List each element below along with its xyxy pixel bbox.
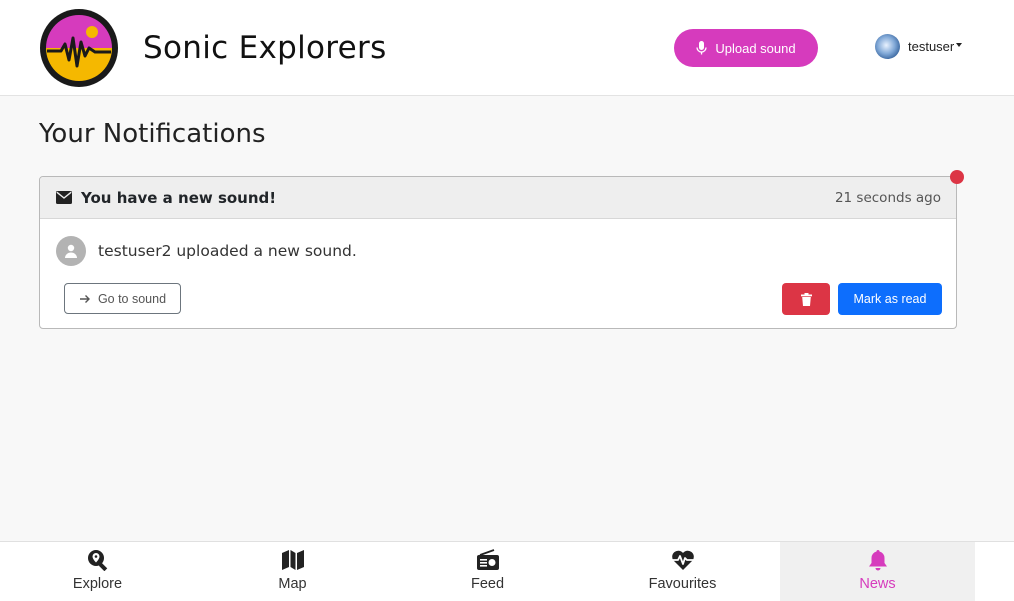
trash-icon <box>800 292 812 306</box>
go-to-sound-label: Go to sound <box>97 291 167 306</box>
microphone-icon <box>696 41 708 55</box>
envelope-icon <box>56 191 72 204</box>
nav-item-feed[interactable]: Feed <box>390 542 585 601</box>
radio-icon <box>476 549 499 570</box>
user-avatar <box>875 34 900 59</box>
app-brand-title[interactable]: Sonic Explorers <box>143 30 387 66</box>
nav-label-news: News <box>859 576 896 592</box>
unread-indicator-dot <box>950 170 964 184</box>
nav-label-explore: Explore <box>72 576 123 592</box>
nav-label-map: Map <box>278 576 307 592</box>
notification-header: You have a new sound! 21 seconds ago <box>40 177 956 219</box>
app-logo[interactable] <box>39 8 119 88</box>
bottom-navigation: Explore Map Feed Favourites News <box>0 541 1014 601</box>
nav-item-favourites[interactable]: Favourites <box>585 542 780 601</box>
page-title: Your Notifications <box>39 119 266 149</box>
notification-message: testuser2 uploaded a new sound. <box>98 242 357 260</box>
mark-as-read-button[interactable]: Mark as read <box>838 283 942 315</box>
nav-item-explore[interactable]: Explore <box>0 542 195 601</box>
nav-item-map[interactable]: Map <box>195 542 390 601</box>
notification-title: You have a new sound! <box>81 188 277 207</box>
notification-card: You have a new sound! 21 seconds ago tes… <box>39 176 957 329</box>
map-icon <box>281 550 304 570</box>
search-location-icon <box>87 550 107 571</box>
delete-notification-button[interactable] <box>782 283 830 315</box>
caret-down-icon <box>956 43 963 47</box>
nav-label-feed: Feed <box>470 576 505 592</box>
top-header: Sonic Explorers Upload sound testuser <box>0 0 1014 96</box>
username-label: testuser <box>908 39 963 54</box>
nav-item-news[interactable]: News <box>780 542 975 601</box>
user-icon <box>65 244 77 258</box>
user-placeholder-avatar <box>56 236 86 266</box>
heartbeat-icon <box>671 550 694 570</box>
nav-label-favourites: Favourites <box>648 576 717 592</box>
go-to-sound-button[interactable]: Go to sound <box>64 283 181 314</box>
upload-sound-label: Upload sound <box>715 40 796 56</box>
arrow-right-icon <box>79 294 90 303</box>
user-menu-dropdown[interactable]: testuser <box>875 34 963 59</box>
bell-icon <box>868 550 887 571</box>
upload-sound-button[interactable]: Upload sound <box>674 29 818 67</box>
notification-body: testuser2 uploaded a new sound. Go to so… <box>40 219 956 329</box>
notification-timestamp: 21 seconds ago <box>834 189 941 206</box>
